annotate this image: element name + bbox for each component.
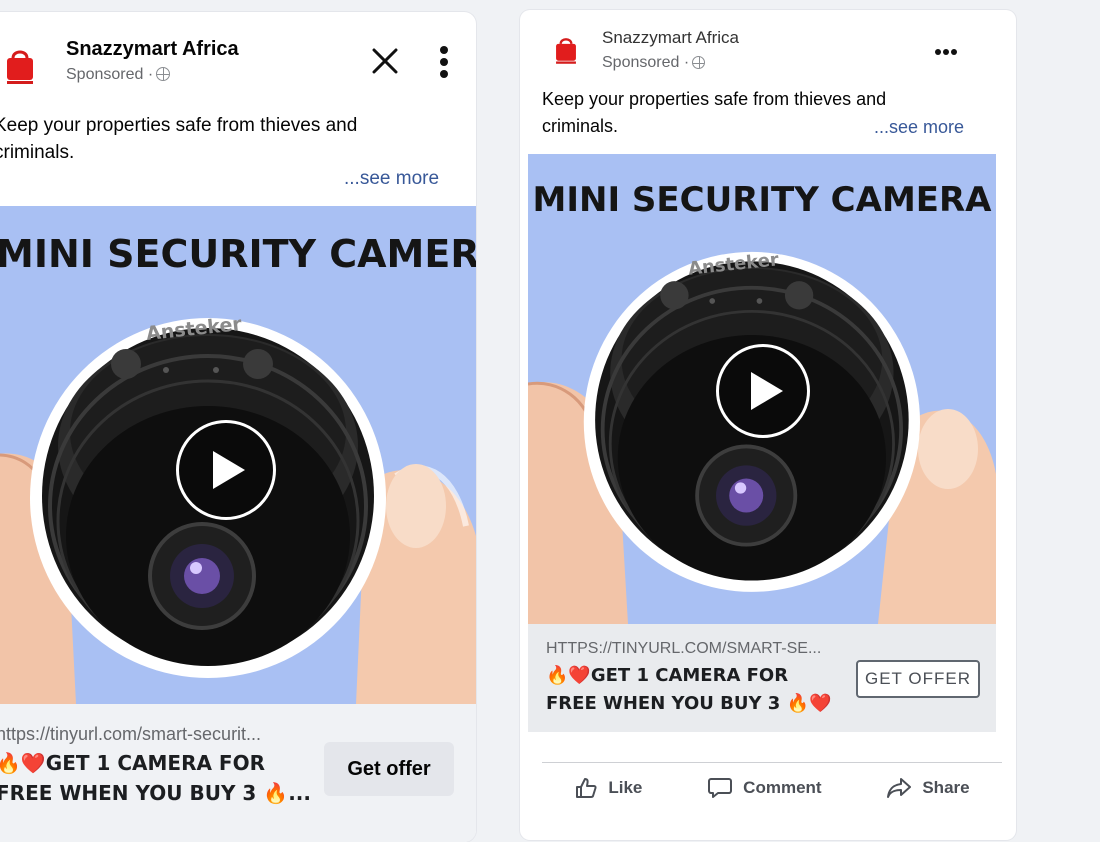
sponsored-text: Sponsored · [602, 54, 690, 71]
offer-line: FREE WHEN YOU BUY 3 🔥❤️ [546, 693, 832, 714]
caption-line: Keep your properties safe from thieves a… [542, 89, 887, 109]
cta-bar: HTTPS://TINYURL.COM/SMART-SE... 🔥❤️GET 1… [528, 624, 996, 732]
get-offer-button[interactable]: Get offer [324, 742, 454, 796]
page-name[interactable]: Snazzymart Africa [66, 38, 239, 61]
comment-label: Comment [743, 778, 822, 797]
play-button[interactable] [176, 420, 276, 520]
like-label: Like [608, 778, 643, 797]
play-button[interactable] [716, 344, 810, 438]
get-offer-button[interactable]: GET OFFER [856, 660, 980, 698]
see-more-link[interactable]: ...see more [344, 168, 439, 190]
thumbs-up-icon [576, 778, 597, 798]
share-label: Share [922, 778, 970, 797]
close-icon[interactable] [372, 48, 398, 74]
video-headline: MINI SECURITY CAMERA [532, 180, 992, 220]
ad-card-right: Snazzymart Africa Sponsored · Keep your … [520, 10, 1016, 840]
comment-button[interactable]: Comment [707, 776, 822, 800]
shopping-bag-logo-icon [7, 50, 33, 84]
ad-card-left: Snazzymart Africa Sponsored · Keep your … [0, 12, 476, 842]
ad-video[interactable]: MINI SECURITY CAMERA Ansteker [528, 154, 996, 624]
action-bar: Like Comment Share [542, 762, 1002, 813]
offer-headline: 🔥❤️GET 1 CAMERA FOR FREE WHEN YOU BUY 3 … [546, 662, 846, 718]
offer-line: FREE WHEN YOU BUY 3 🔥... [0, 781, 311, 805]
play-icon [751, 372, 783, 410]
shopping-bag-logo-icon [556, 38, 576, 64]
cta-bar: https://tinyurl.com/smart-securit... 🔥❤️… [0, 704, 476, 842]
vertical-dots-icon[interactable] [438, 44, 450, 80]
link-url[interactable]: https://tinyurl.com/smart-securit... [0, 724, 261, 745]
page-avatar[interactable] [0, 40, 46, 92]
like-button[interactable]: Like [574, 776, 642, 800]
globe-icon [692, 56, 706, 69]
share-button[interactable]: Share [886, 776, 970, 800]
sponsored-label: Sponsored · [66, 66, 171, 84]
offer-headline: 🔥❤️GET 1 CAMERA FOR FREE WHEN YOU BUY 3 … [0, 748, 316, 808]
ad-video[interactable]: MINI SECURITY CAMERA Ansteker [0, 206, 476, 704]
caption-line: criminals. [0, 142, 75, 163]
page-avatar[interactable] [544, 28, 588, 72]
sponsored-text: Sponsored · [66, 66, 154, 83]
caption-line: Keep your properties safe from thieves a… [0, 115, 358, 136]
page-name[interactable]: Snazzymart Africa [602, 28, 739, 48]
share-icon [887, 778, 912, 798]
offer-line: 🔥❤️GET 1 CAMERA FOR [546, 665, 789, 686]
ad-caption: Keep your properties safe from thieves a… [0, 112, 464, 166]
link-url[interactable]: HTTPS://TINYURL.COM/SMART-SE... [546, 640, 821, 658]
play-icon [213, 451, 245, 489]
video-headline: MINI SECURITY CAMERA [0, 232, 476, 276]
comment-icon [708, 778, 733, 798]
offer-line: 🔥❤️GET 1 CAMERA FOR [0, 751, 265, 775]
see-more-link[interactable]: ...see more [874, 117, 964, 138]
horizontal-dots-icon[interactable] [934, 48, 958, 56]
globe-icon [156, 67, 171, 81]
sponsored-label: Sponsored · [602, 54, 706, 72]
